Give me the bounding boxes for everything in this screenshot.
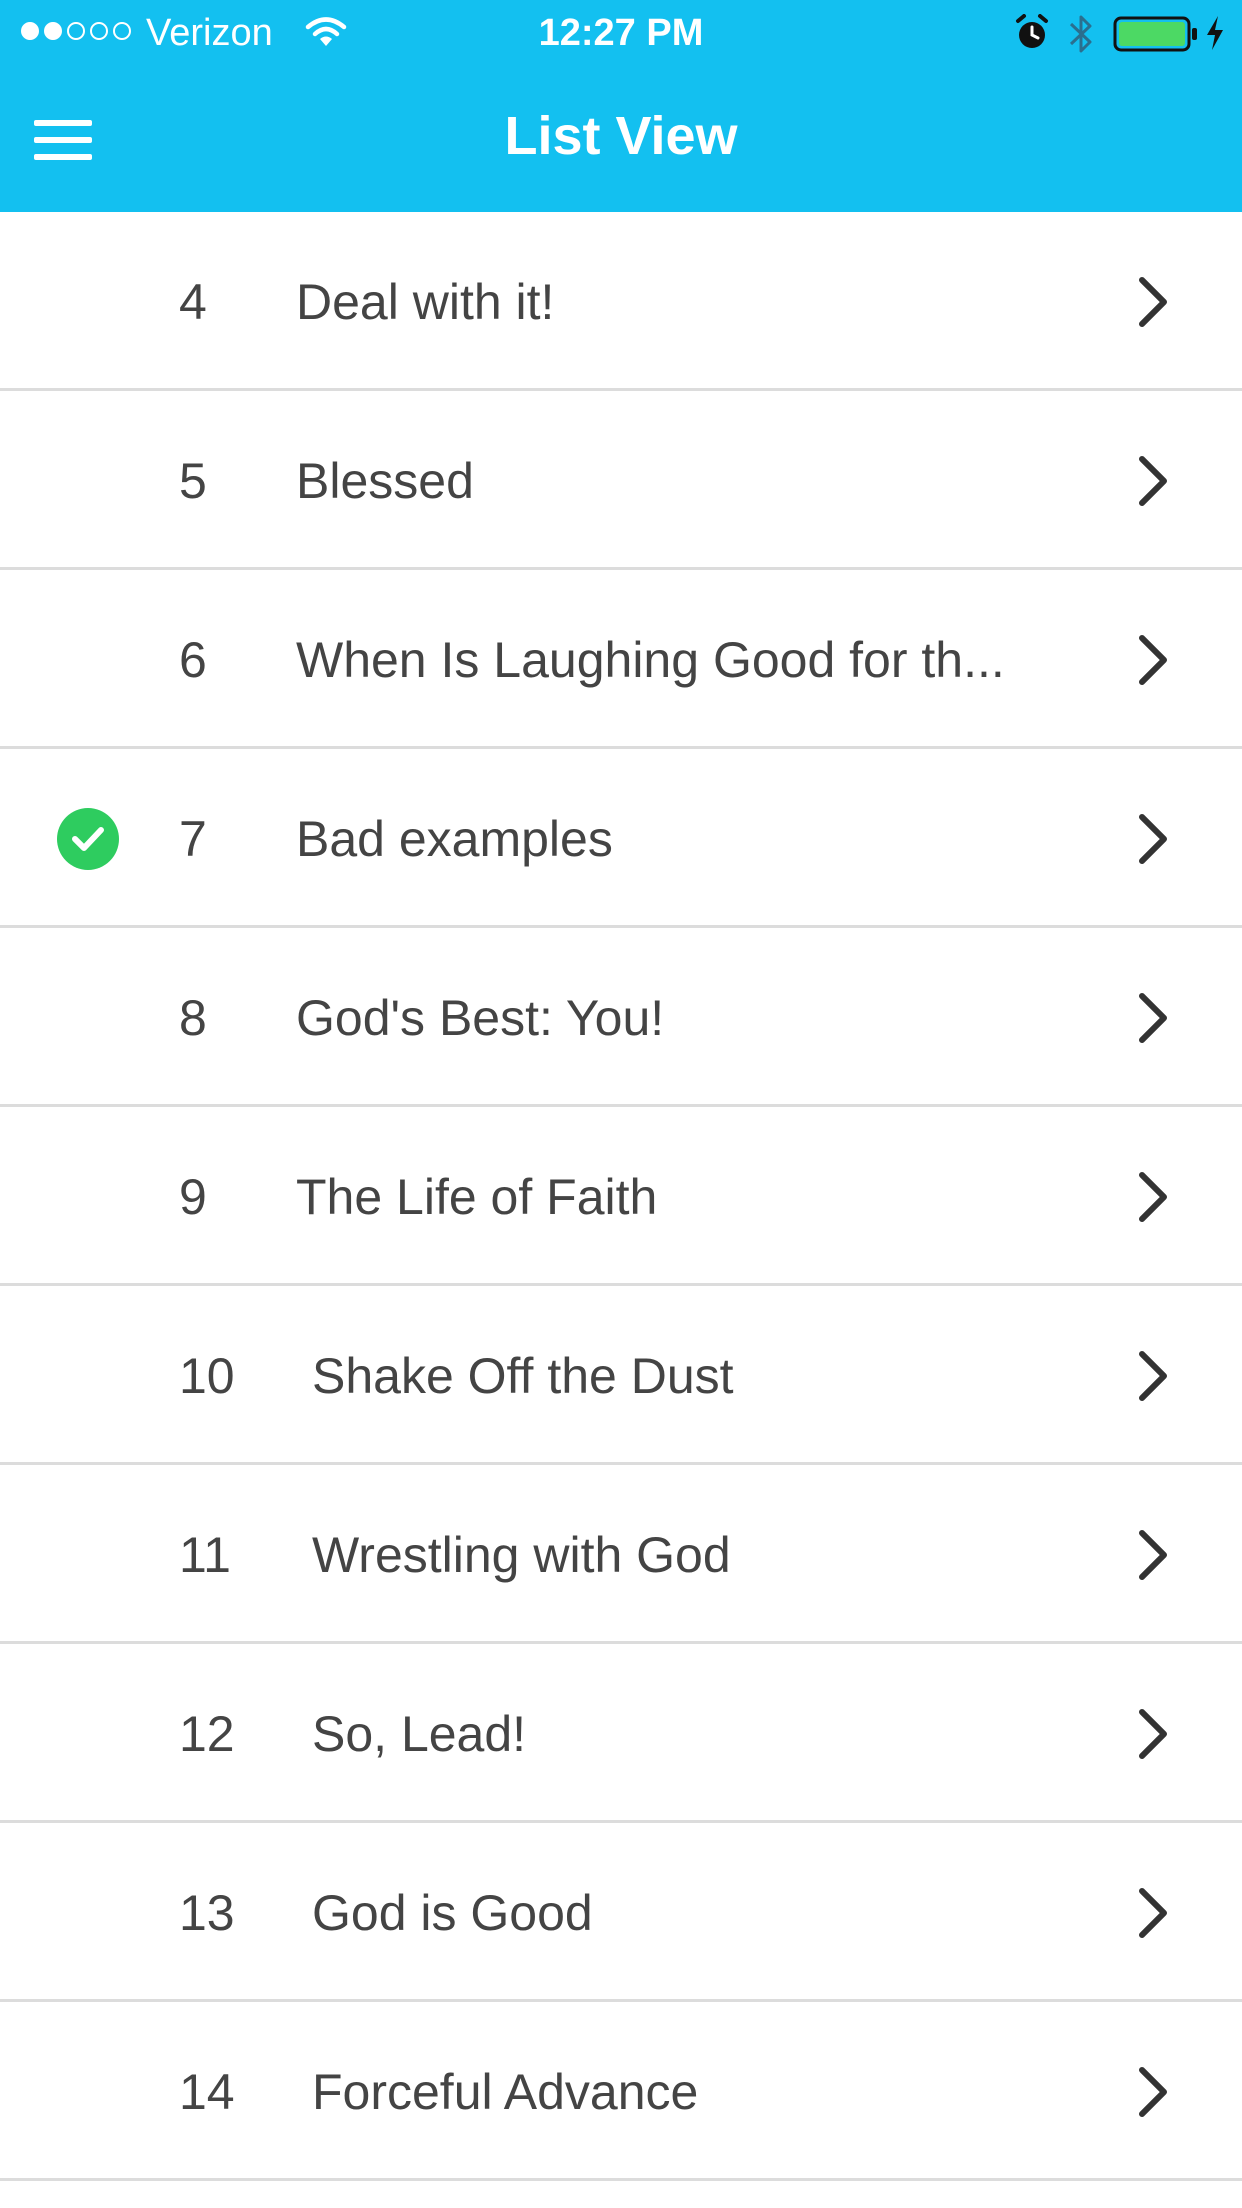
item-number: 10	[179, 1348, 235, 1404]
list-item[interactable]: 12 So, Lead!	[0, 1644, 1242, 1823]
lesson-list: 4 Deal with it! 5 Blessed 6 When Is Laug…	[0, 212, 1242, 2181]
item-number: 6	[179, 632, 207, 688]
checkmark-circle-icon	[57, 808, 119, 870]
page-title: List View	[504, 106, 738, 166]
chevron-right-icon	[1134, 455, 1170, 512]
alarm-icon	[1014, 14, 1050, 57]
item-number: 14	[179, 2064, 235, 2120]
item-number: 9	[179, 1169, 207, 1225]
item-title: Bad examples	[296, 811, 613, 867]
item-title: Forceful Advance	[312, 2064, 699, 2120]
item-number: 5	[179, 453, 207, 509]
chevron-right-icon	[1134, 1350, 1170, 1407]
item-title: Blessed	[296, 453, 474, 509]
list-item[interactable]: 14 Forceful Advance	[0, 2002, 1242, 2181]
list-item[interactable]: 4 Deal with it!	[0, 212, 1242, 391]
app-header: Verizon 12:27 PM List View	[0, 0, 1242, 212]
status-bar: Verizon 12:27 PM	[0, 0, 1242, 66]
chevron-right-icon	[1134, 1708, 1170, 1765]
chevron-right-icon	[1134, 634, 1170, 691]
chevron-right-icon	[1134, 2066, 1170, 2123]
screen: Verizon 12:27 PM List View 4 Deal with i…	[0, 0, 1242, 2208]
item-number: 11	[179, 1527, 231, 1583]
list-item[interactable]: 10 Shake Off the Dust	[0, 1286, 1242, 1465]
item-number: 7	[179, 811, 207, 867]
bluetooth-icon	[1066, 12, 1096, 61]
chevron-right-icon	[1134, 992, 1170, 1049]
item-number: 13	[179, 1885, 235, 1941]
item-title: When Is Laughing Good for th...	[296, 632, 1005, 688]
list-item[interactable]: 9 The Life of Faith	[0, 1107, 1242, 1286]
charging-icon	[1204, 14, 1226, 57]
list-item[interactable]: 5 Blessed	[0, 391, 1242, 570]
item-title: God's Best: You!	[296, 990, 665, 1046]
chevron-right-icon	[1134, 1887, 1170, 1944]
chevron-right-icon	[1134, 1171, 1170, 1228]
item-title: Shake Off the Dust	[312, 1348, 734, 1404]
battery-icon	[1113, 16, 1199, 57]
item-title: Wrestling with God	[312, 1527, 731, 1583]
item-number: 4	[179, 274, 207, 330]
item-title: God is Good	[312, 1885, 593, 1941]
chevron-right-icon	[1134, 276, 1170, 333]
list-item[interactable]: 7 Bad examples	[0, 749, 1242, 928]
item-number: 8	[179, 990, 207, 1046]
item-title: Deal with it!	[296, 274, 555, 330]
item-title: The Life of Faith	[296, 1169, 658, 1225]
chevron-right-icon	[1134, 1529, 1170, 1586]
status-time: 12:27 PM	[538, 12, 704, 54]
chevron-right-icon	[1134, 813, 1170, 870]
list-item[interactable]: 11 Wrestling with God	[0, 1465, 1242, 1644]
navigation-bar: List View	[0, 66, 1242, 212]
item-number: 12	[179, 1706, 235, 1762]
item-title: So, Lead!	[312, 1706, 527, 1762]
list-item[interactable]: 8 God's Best: You!	[0, 928, 1242, 1107]
list-item[interactable]: 6 When Is Laughing Good for th...	[0, 570, 1242, 749]
list-item[interactable]: 13 God is Good	[0, 1823, 1242, 2002]
